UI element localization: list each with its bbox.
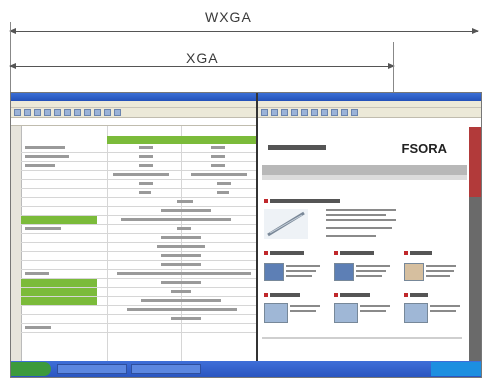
undo-icon[interactable]: [84, 109, 91, 116]
paste-icon[interactable]: [74, 109, 81, 116]
stylus-pen-image: [264, 209, 308, 239]
chart-icon[interactable]: [114, 109, 121, 116]
system-tray[interactable]: [431, 362, 481, 376]
xga-right-tick: [393, 42, 394, 92]
window-titlebar[interactable]: [11, 93, 256, 101]
highlighted-header-row: [107, 136, 256, 144]
menu-bar[interactable]: [11, 101, 256, 108]
save-icon[interactable]: [34, 109, 41, 116]
site-header: FSORA: [264, 139, 467, 161]
favorites-icon[interactable]: [321, 109, 328, 116]
spreadsheet-grid[interactable]: [11, 126, 256, 361]
sum-icon[interactable]: [94, 109, 101, 116]
taskbar-item-spreadsheet[interactable]: [57, 364, 127, 374]
print-icon[interactable]: [44, 109, 51, 116]
site-logo[interactable]: FSORA: [402, 141, 448, 156]
browser-window[interactable]: FSORA: [258, 93, 481, 361]
spreadsheet-window[interactable]: [11, 93, 258, 361]
browser-toolbar: [258, 108, 481, 118]
cut-icon[interactable]: [54, 109, 61, 116]
stop-icon[interactable]: [281, 109, 288, 116]
start-button[interactable]: [11, 362, 51, 376]
taskbar-item-browser[interactable]: [131, 364, 201, 374]
product-thumbnail[interactable]: [404, 263, 424, 281]
product-thumbnail[interactable]: [334, 303, 358, 323]
site-nav[interactable]: [262, 165, 467, 175]
forward-icon[interactable]: [271, 109, 278, 116]
xga-label: XGA: [186, 50, 219, 66]
browser-menu-bar[interactable]: [258, 101, 481, 108]
arrow-right-icon: [472, 28, 479, 34]
open-icon[interactable]: [24, 109, 31, 116]
desktop-screenshot: FSORA: [10, 92, 482, 378]
wxga-label: WXGA: [205, 9, 252, 25]
section-title: [270, 199, 340, 203]
search-icon[interactable]: [311, 109, 318, 116]
browser-titlebar[interactable]: [258, 93, 481, 101]
product-thumbnail[interactable]: [404, 303, 428, 323]
history-icon[interactable]: [331, 109, 338, 116]
web-page: FSORA: [258, 127, 481, 361]
back-icon[interactable]: [261, 109, 268, 116]
copy-icon[interactable]: [64, 109, 71, 116]
xga-arrow: [9, 63, 395, 69]
site-tagline: [268, 145, 326, 150]
site-subnav[interactable]: [262, 175, 467, 180]
wxga-arrow: [9, 28, 479, 34]
formula-bar[interactable]: [11, 118, 256, 126]
print-icon[interactable]: [351, 109, 358, 116]
product-thumbnail[interactable]: [334, 263, 354, 281]
wxga-left-tick: [10, 22, 11, 92]
product-thumbnail[interactable]: [264, 263, 284, 281]
home-icon[interactable]: [301, 109, 308, 116]
mail-icon[interactable]: [341, 109, 348, 116]
refresh-icon[interactable]: [291, 109, 298, 116]
toolbar: [11, 108, 256, 118]
page-scrollbar[interactable]: [469, 127, 481, 361]
arrow-left-icon: [9, 63, 16, 69]
sort-icon[interactable]: [104, 109, 111, 116]
taskbar: [11, 361, 481, 377]
product-thumbnail[interactable]: [264, 303, 288, 323]
new-icon[interactable]: [14, 109, 21, 116]
